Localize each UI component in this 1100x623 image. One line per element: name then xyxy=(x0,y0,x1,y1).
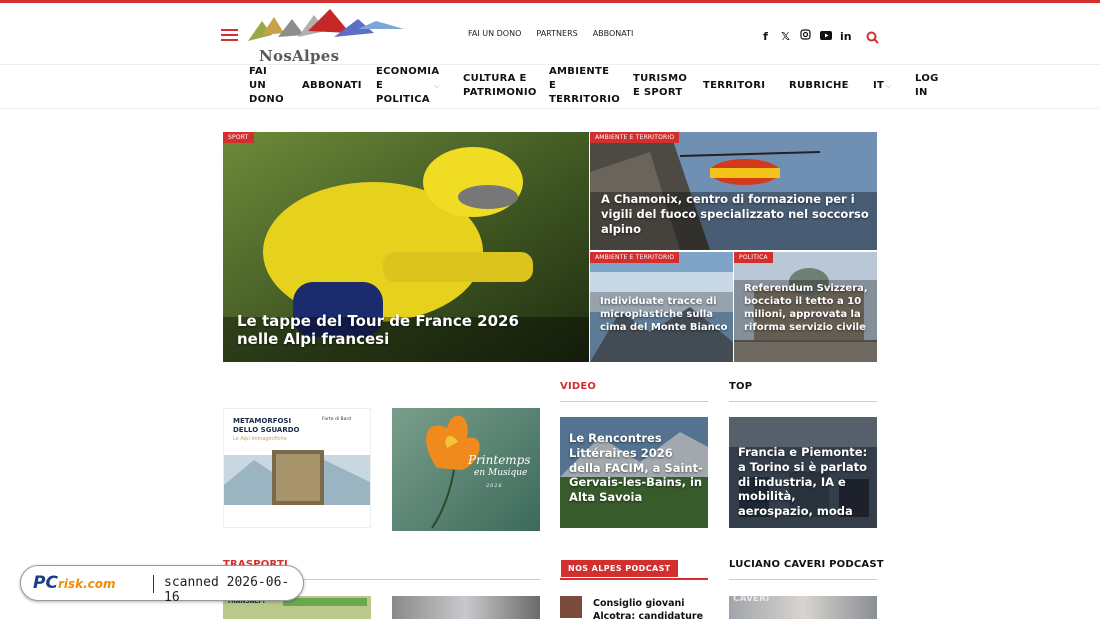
hero-top-right-title[interactable]: A Chamonix, centro di formazione per i v… xyxy=(601,192,871,237)
podcast-thumb[interactable] xyxy=(560,596,582,618)
video-article[interactable]: Le Rencontres Littéraires 2026 della FAC… xyxy=(560,417,708,528)
section-divider xyxy=(560,401,708,402)
landscape-painting-image xyxy=(224,450,370,525)
top-links: FAI UN DONO PARTNERS ABBONATI xyxy=(468,29,633,38)
nav-language[interactable]: IT xyxy=(873,79,884,93)
category-tag[interactable]: AMBIENTE E TERRITORIO xyxy=(590,132,680,143)
metamorfosi-ad[interactable]: METAMORFOSI DELLO SGUARDO Le Alpi immagin… xyxy=(223,408,371,528)
hero-top-right-article[interactable]: AMBIENTE E TERRITORIO A Chamonix, centro… xyxy=(590,132,877,250)
category-tag[interactable]: AMBIENTE E TERRITORIO xyxy=(590,252,680,263)
instagram-icon[interactable] xyxy=(800,29,811,43)
x-icon[interactable]: 𝕏 xyxy=(780,30,791,43)
nav-fai-un-dono[interactable]: FAI UN DONO xyxy=(249,65,284,107)
watermark-separator xyxy=(153,575,154,593)
ad-printemps-title: Printemps en Musique 2026 xyxy=(468,453,531,490)
nav-ambiente-territorio[interactable]: AMBIENTE E TERRITORIO xyxy=(549,65,620,107)
toplink-abbonati[interactable]: ABBONATI xyxy=(593,29,634,38)
toplink-partners[interactable]: PARTNERS xyxy=(536,29,577,38)
search-icon[interactable] xyxy=(866,29,879,44)
video-article-title[interactable]: Le Rencontres Littéraires 2026 della FAC… xyxy=(569,431,704,505)
caveri-thumb[interactable]: CAVERI xyxy=(729,596,877,619)
section-top-heading[interactable]: TOP xyxy=(729,381,752,392)
chevron-down-icon: ⌵ xyxy=(434,82,440,90)
nav-territori[interactable]: TERRITORI xyxy=(703,79,765,93)
nav-login[interactable]: LOG IN xyxy=(915,72,939,100)
top-article-title[interactable]: Francia e Piemonte: a Torino si è parlat… xyxy=(738,445,873,519)
category-tag[interactable]: POLITICA xyxy=(734,252,773,263)
section-video-heading[interactable]: VIDEO xyxy=(560,381,596,392)
hero-main-title[interactable]: Le tappe del Tour de France 2026 nelle A… xyxy=(237,312,537,348)
pcrisk-logo: PCrisk.com xyxy=(33,573,116,593)
section-divider xyxy=(560,578,708,580)
ad-place: Forte di Bard xyxy=(322,417,352,422)
linkedin-icon[interactable]: in xyxy=(840,30,852,43)
nav-cultura-patrimonio[interactable]: CULTURA E PATRIMONIO xyxy=(463,72,537,100)
nav-economia-politica[interactable]: ECONOMIA E POLITICA xyxy=(376,65,439,107)
nav-turismo-sport[interactable]: TURISMO E SPORT xyxy=(633,72,687,100)
trasporti-thumb-2[interactable] xyxy=(392,596,540,619)
social-links: f 𝕏 in xyxy=(760,29,852,43)
nav-abbonati[interactable]: ABBONATI xyxy=(302,79,362,93)
hero-bottom-right-title[interactable]: Referendum Svizzera, bocciato il tetto a… xyxy=(744,282,874,334)
hero-bottom-right-article[interactable]: POLITICA Referendum Svizzera, bocciato i… xyxy=(734,252,877,362)
nav-rubriche[interactable]: RUBRICHE xyxy=(789,79,849,93)
podcast-item-title[interactable]: Consiglio giovani Alcotra: candidature xyxy=(593,597,708,623)
section-divider xyxy=(729,579,877,580)
section-podcast-heading[interactable]: NOS ALPES PODCAST xyxy=(561,560,678,577)
category-tag[interactable]: SPORT xyxy=(223,132,254,143)
logo-text: NosAlpes xyxy=(259,47,340,65)
pcrisk-watermark: PCrisk.com scanned 2026-06-16 xyxy=(20,565,304,605)
chevron-down-icon: ⌵ xyxy=(760,82,766,90)
watermark-text: scanned 2026-06-16 xyxy=(164,575,290,605)
chevron-down-icon: ⌵ xyxy=(844,82,850,90)
ad-title: METAMORFOSI DELLO SGUARDO xyxy=(233,417,300,434)
mountains-logo-icon xyxy=(248,9,404,41)
site-header: NosAlpes FAI UN DONO PARTNERS ABBONATI f… xyxy=(0,3,1100,65)
section-divider xyxy=(729,401,877,402)
hero-bottom-left-title[interactable]: Individuate tracce di microplastiche sul… xyxy=(600,295,728,334)
main-nav: FAI UN DONO ABBONATI ECONOMIA E POLITICA ⌵ C… xyxy=(0,65,1100,109)
printemps-ad[interactable]: Printemps en Musique 2026 xyxy=(392,408,540,531)
chevron-down-icon: ⌵ xyxy=(886,82,892,90)
hero-main-article[interactable]: SPORT Le tappe del Tour de France 2026 n… xyxy=(223,132,589,362)
hero-bottom-left-article[interactable]: AMBIENTE E TERRITORIO Individuate tracce… xyxy=(590,252,733,362)
facebook-icon[interactable]: f xyxy=(760,30,771,43)
section-caveri-heading[interactable]: LUCIANO CAVERI PODCAST xyxy=(729,559,884,570)
menu-icon[interactable] xyxy=(221,29,238,41)
site-logo[interactable]: NosAlpes xyxy=(248,7,408,65)
top-article[interactable]: Francia e Piemonte: a Torino si è parlat… xyxy=(729,417,877,528)
youtube-icon[interactable] xyxy=(820,30,832,43)
ad-subtitle: Le Alpi immaginifiche xyxy=(233,436,287,442)
toplink-fai-un-dono[interactable]: FAI UN DONO xyxy=(468,29,521,38)
thumb-label: CAVERI xyxy=(733,596,770,604)
